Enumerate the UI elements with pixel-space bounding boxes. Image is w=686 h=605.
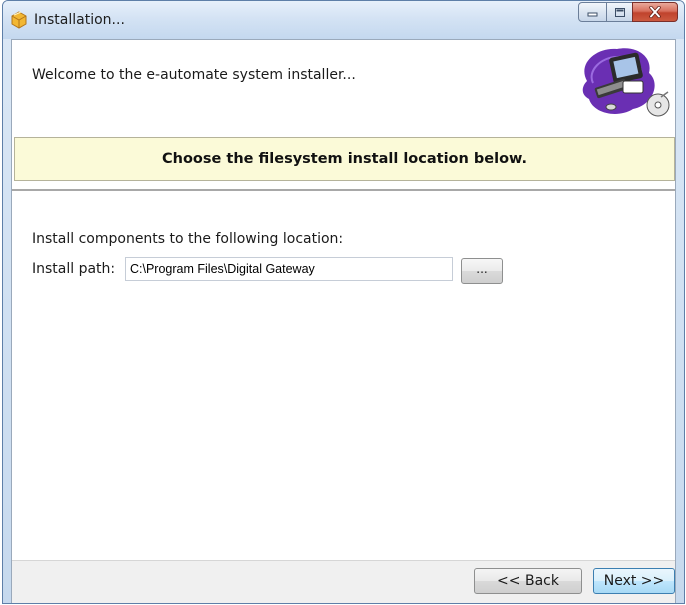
- maximize-icon: [614, 7, 625, 17]
- close-button[interactable]: [632, 2, 678, 22]
- dialog-body: Welcome to the e-automate system install…: [11, 39, 676, 603]
- install-path-input[interactable]: [125, 257, 453, 281]
- next-button[interactable]: Next >>: [593, 568, 675, 594]
- installer-app-icon: [11, 11, 27, 29]
- welcome-header: Welcome to the e-automate system install…: [12, 40, 675, 129]
- step-banner: Choose the filesystem install location b…: [14, 137, 675, 181]
- install-location-label: Install components to the following loca…: [32, 231, 344, 247]
- footer-bar: << Back Next >>: [12, 560, 675, 603]
- minimize-button[interactable]: [578, 2, 607, 22]
- maximize-button[interactable]: [606, 2, 633, 22]
- caption-buttons: [578, 2, 678, 24]
- install-location-panel: Install components to the following loca…: [12, 189, 675, 561]
- window-title: Installation...: [34, 12, 125, 28]
- close-icon: [649, 6, 661, 18]
- browse-button[interactable]: ...: [461, 258, 503, 284]
- installer-window: Installation... Welcome to the e-automat…: [2, 0, 685, 604]
- welcome-text: Welcome to the e-automate system install…: [32, 67, 356, 83]
- install-path-label: Install path:: [32, 261, 116, 277]
- back-button[interactable]: << Back: [474, 568, 582, 594]
- computer-logo-icon: [582, 48, 670, 117]
- title-bar[interactable]: Installation...: [3, 1, 684, 39]
- minimize-icon: [587, 12, 597, 17]
- banner-text: Choose the filesystem install location b…: [161, 151, 528, 167]
